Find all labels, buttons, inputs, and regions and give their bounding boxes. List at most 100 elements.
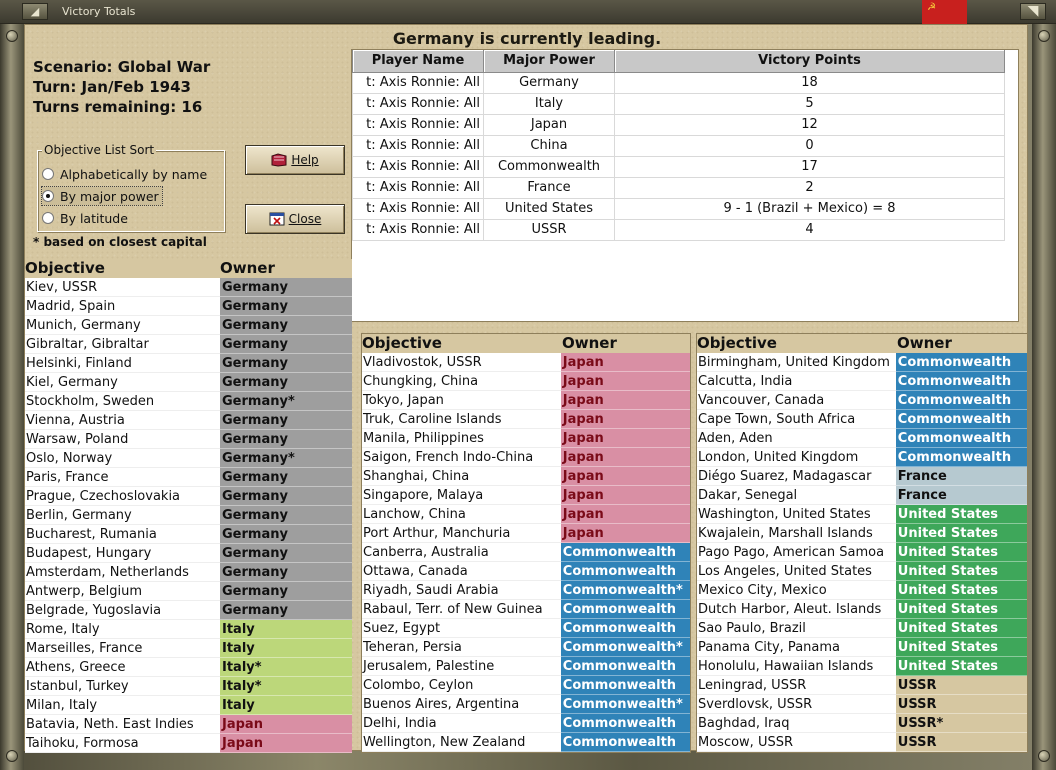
objective-row[interactable]: Helsinki, Finland Germany <box>25 354 352 373</box>
sort-alphabetical-radio[interactable]: Alphabetically by name <box>42 165 222 183</box>
objective-row[interactable]: Diégo Suarez, Madagascar France <box>697 467 1027 486</box>
objective-row[interactable]: Wellington, New Zealand Commonwealth <box>362 733 690 752</box>
objective-row[interactable]: Baghdad, Iraq USSR* <box>697 714 1027 733</box>
window-close-button[interactable]: ◥ <box>1020 3 1046 20</box>
objective-row[interactable]: Paris, France Germany <box>25 468 352 487</box>
objective-row[interactable]: Tokyo, Japan Japan <box>362 391 690 410</box>
vp-table-row[interactable]: t: Axis Ronnie: All China 0 <box>352 134 1005 157</box>
objective-column-header: Objective <box>25 259 105 277</box>
objective-row[interactable]: Lanchow, China Japan <box>362 505 690 524</box>
objective-owner: Japan <box>560 467 690 486</box>
objective-name: Singapore, Malaya <box>362 486 561 505</box>
objective-row[interactable]: Istanbul, Turkey Italy* <box>25 677 352 696</box>
objective-row[interactable]: Vancouver, Canada Commonwealth <box>697 391 1027 410</box>
objective-row[interactable]: London, United Kingdom Commonwealth <box>697 448 1027 467</box>
sort-latitude-radio[interactable]: By latitude <box>42 209 222 227</box>
objective-row[interactable]: Teheran, Persia Commonwealth* <box>362 638 690 657</box>
victory-points-table-panel[interactable]: Player Name Major Power Victory Points t… <box>351 49 1019 322</box>
vp-table-row[interactable]: t: Axis Ronnie: All Italy 5 <box>352 92 1005 115</box>
objective-row[interactable]: Washington, United States United States <box>697 505 1027 524</box>
major-power-cell-text: China <box>530 138 568 153</box>
objective-row[interactable]: Birmingham, United Kingdom Commonwealth <box>697 353 1027 372</box>
objective-row[interactable]: Calcutta, India Commonwealth <box>697 372 1027 391</box>
objective-row[interactable]: Antwerp, Belgium Germany <box>25 582 352 601</box>
objective-row[interactable]: Panama City, Panama United States <box>697 638 1027 657</box>
victory-points-cell: 4 <box>614 218 1005 241</box>
vp-table-row[interactable]: t: Axis Ronnie: All United States 9 - 1 (B… <box>352 197 1005 220</box>
objective-row[interactable]: Berlin, Germany Germany <box>25 506 352 525</box>
close-button[interactable]: Close <box>245 204 345 234</box>
objective-row[interactable]: Truk, Caroline Islands Japan <box>362 410 690 429</box>
objective-row[interactable]: Los Angeles, United States United States <box>697 562 1027 581</box>
objective-row[interactable]: Kwajalein, Marshall Islands United States <box>697 524 1027 543</box>
objective-row[interactable]: Aden, Aden Commonwealth <box>697 429 1027 448</box>
objective-row[interactable]: Leningrad, USSR USSR <box>697 676 1027 695</box>
objective-row[interactable]: Canberra, Australia Commonwealth <box>362 543 690 562</box>
objective-row[interactable]: Sao Paulo, Brazil United States <box>697 619 1027 638</box>
objective-row[interactable]: Batavia, Neth. East Indies Japan <box>25 715 352 734</box>
objective-row[interactable]: Amsterdam, Netherlands Germany <box>25 563 352 582</box>
objective-row[interactable]: Athens, Greece Italy* <box>25 658 352 677</box>
objective-name: Belgrade, Yugoslavia <box>25 601 220 620</box>
objective-row[interactable]: Vladivostok, USSR Japan <box>362 353 690 372</box>
objective-row[interactable]: Port Arthur, Manchuria Japan <box>362 524 690 543</box>
objective-row[interactable]: Sverdlovsk, USSR USSR <box>697 695 1027 714</box>
sort-major-power-radio[interactable]: By major power <box>41 186 163 206</box>
objective-row[interactable]: Suez, Egypt Commonwealth <box>362 619 690 638</box>
objective-row[interactable]: Ottawa, Canada Commonwealth <box>362 562 690 581</box>
column-header-victory-points[interactable]: Victory Points <box>614 50 1005 73</box>
objective-row[interactable]: Riyadh, Saudi Arabia Commonwealth* <box>362 581 690 600</box>
vp-table-row[interactable]: t: Axis Ronnie: All Commonwealth 17 <box>352 155 1005 178</box>
objective-row[interactable]: Jerusalem, Palestine Commonwealth <box>362 657 690 676</box>
objective-row[interactable]: Madrid, Spain Germany <box>25 297 352 316</box>
objective-row[interactable]: Warsaw, Poland Germany <box>25 430 352 449</box>
objective-row[interactable]: Honolulu, Hawaiian Islands United States <box>697 657 1027 676</box>
objective-row[interactable]: Mexico City, Mexico United States <box>697 581 1027 600</box>
objective-row[interactable]: Munich, Germany Germany <box>25 316 352 335</box>
objective-row[interactable]: Stockholm, Sweden Germany* <box>25 392 352 411</box>
objective-row[interactable]: Colombo, Ceylon Commonwealth <box>362 676 690 695</box>
player-name-cell: t: Axis Ronnie: All <box>352 155 484 178</box>
vp-table-row[interactable]: t: Axis Ronnie: All Germany 18 <box>352 71 1005 94</box>
vp-table-row[interactable]: t: Axis Ronnie: All France 2 <box>352 176 1005 199</box>
column-header-major-power[interactable]: Major Power <box>483 50 615 73</box>
title-bar[interactable]: ◢ Victory Totals ☭ ◥ <box>0 0 1056 24</box>
system-menu-button[interactable]: ◢ <box>22 3 48 20</box>
objective-row[interactable]: Dakar, Senegal France <box>697 486 1027 505</box>
objective-owner: USSR <box>895 733 1027 752</box>
objective-row[interactable]: Rome, Italy Italy <box>25 620 352 639</box>
objective-row[interactable]: Dutch Harbor, Aleut. Islands United State… <box>697 600 1027 619</box>
help-button[interactable]: Help <box>245 145 345 175</box>
objective-row[interactable]: Moscow, USSR USSR <box>697 733 1027 752</box>
column-header-player[interactable]: Player Name <box>352 50 484 73</box>
objective-row[interactable]: Singapore, Malaya Japan <box>362 486 690 505</box>
major-power-cell-text: France <box>527 180 571 195</box>
objective-row[interactable]: Bucharest, Rumania Germany <box>25 525 352 544</box>
objective-row[interactable]: Shanghai, China Japan <box>362 467 690 486</box>
vp-table-row[interactable]: t: Axis Ronnie: All USSR 4 <box>352 218 1005 241</box>
objective-row[interactable]: Buenos Aires, Argentina Commonwealth* <box>362 695 690 714</box>
objective-row[interactable]: Kiel, Germany Germany <box>25 373 352 392</box>
objective-row[interactable]: Rabaul, Terr. of New Guinea Commonwealth <box>362 600 690 619</box>
objective-row[interactable]: Prague, Czechoslovakia Germany <box>25 487 352 506</box>
objective-row[interactable]: Saigon, French Indo-China Japan <box>362 448 690 467</box>
objective-row[interactable]: Pago Pago, American Samoa United States <box>697 543 1027 562</box>
objective-row[interactable]: Oslo, Norway Germany* <box>25 449 352 468</box>
objective-row[interactable]: Cape Town, South Africa Commonwealth <box>697 410 1027 429</box>
objective-owner: Commonwealth <box>895 429 1027 448</box>
objective-row[interactable]: Manila, Philippines Japan <box>362 429 690 448</box>
objective-row[interactable]: Budapest, Hungary Germany <box>25 544 352 563</box>
objective-owner: Japan <box>560 410 690 429</box>
objective-row[interactable]: Delhi, India Commonwealth <box>362 714 690 733</box>
objective-row[interactable]: Chungking, China Japan <box>362 372 690 391</box>
objective-row[interactable]: Belgrade, Yugoslavia Germany <box>25 601 352 620</box>
vp-table-row[interactable]: t: Axis Ronnie: All Japan 12 <box>352 113 1005 136</box>
objective-row[interactable]: Taihoku, Formosa Japan <box>25 734 352 753</box>
objective-row[interactable]: Kiev, USSR Germany <box>25 278 352 297</box>
objective-owner: United States <box>895 657 1027 676</box>
objective-row[interactable]: Milan, Italy Italy <box>25 696 352 715</box>
objective-owner: Japan <box>560 372 690 391</box>
objective-row[interactable]: Gibraltar, Gibraltar Germany <box>25 335 352 354</box>
objective-row[interactable]: Marseilles, France Italy <box>25 639 352 658</box>
objective-row[interactable]: Vienna, Austria Germany <box>25 411 352 430</box>
